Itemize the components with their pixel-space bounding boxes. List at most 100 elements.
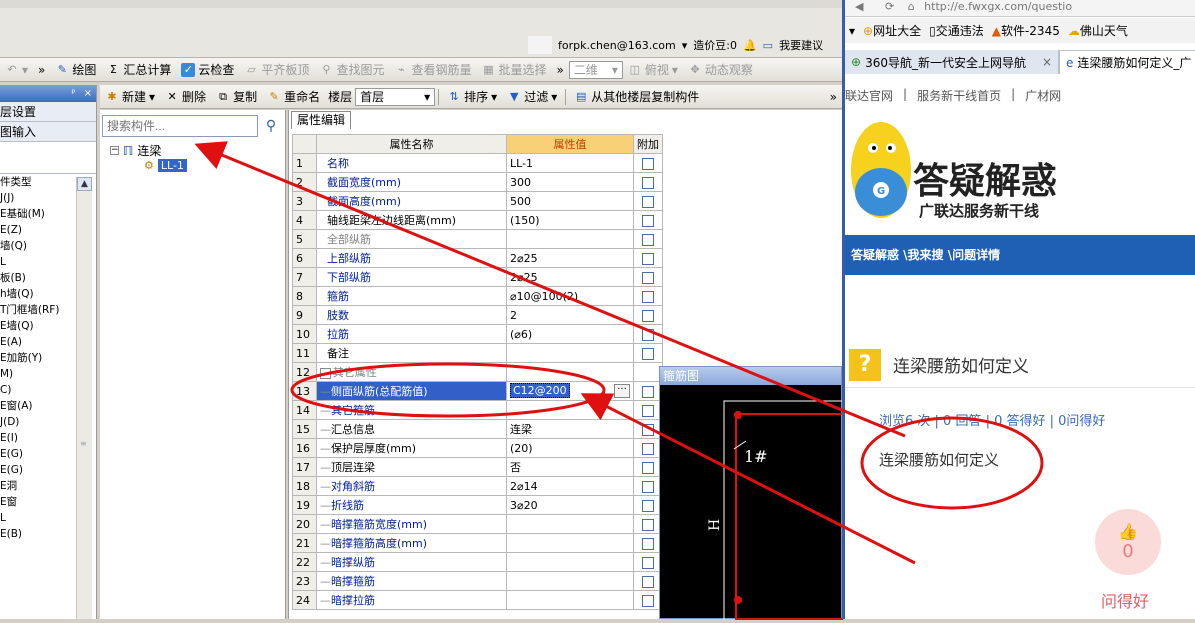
toolbar2-overflow[interactable]: » [825, 86, 842, 108]
fav-sites[interactable]: ⊕网址大全 [863, 22, 921, 39]
chevron-down-icon[interactable]: ▾ [682, 39, 688, 52]
collapse-icon[interactable]: − [320, 368, 331, 379]
account-email[interactable]: forpk.chen@163.com [558, 39, 676, 52]
search-icon[interactable]: ⚲ [260, 115, 282, 137]
property-row[interactable]: 9 肢数 2 [292, 305, 663, 325]
property-value[interactable]: 500 [506, 191, 634, 211]
new-button[interactable]: ✱ 新建 ▾ [100, 86, 160, 108]
property-extra[interactable] [633, 343, 663, 363]
property-value[interactable]: 3⌀20 [506, 495, 634, 515]
draw-button[interactable]: ✎ 绘图 [50, 59, 101, 81]
extra-checkbox[interactable] [642, 328, 654, 341]
property-extra[interactable] [633, 267, 663, 287]
view-mode-select[interactable]: 二维 ▾ [568, 60, 623, 79]
extra-checkbox[interactable] [642, 157, 654, 170]
property-value[interactable]: 300 [506, 172, 634, 192]
delete-button[interactable]: ✕ 删除 [160, 86, 211, 108]
property-row[interactable]: 22 —暗撑纵筋 [292, 552, 663, 572]
property-extra[interactable] [633, 324, 663, 344]
property-value[interactable]: 2⌀25 [506, 248, 634, 268]
extra-checkbox[interactable] [642, 480, 654, 493]
extra-checkbox[interactable] [642, 461, 654, 474]
extra-checkbox[interactable] [642, 195, 654, 208]
property-value[interactable] [506, 533, 634, 553]
extra-checkbox[interactable] [642, 537, 654, 550]
dynamic-view-button[interactable]: ✥ 动态观察 [683, 59, 758, 81]
extra-checkbox[interactable] [642, 442, 654, 455]
url-text[interactable]: http://e.fwxgx.com/questio [918, 0, 1072, 13]
fav-software[interactable]: ▲软件-2345 [992, 22, 1060, 39]
floor-select[interactable]: 首层 ▾ [355, 87, 436, 106]
property-value[interactable]: 2⌀14 [506, 476, 634, 496]
property-value[interactable]: 连梁 [506, 419, 634, 439]
extra-checkbox[interactable] [642, 594, 654, 607]
property-value[interactable]: 2 [506, 305, 634, 325]
tab-360-nav[interactable]: ⊕ 360导航_新一代安全上网导航 × [845, 50, 1060, 74]
fav-traffic[interactable]: ▯交通违法 [929, 22, 984, 39]
extra-checkbox[interactable] [642, 309, 654, 322]
property-row[interactable]: 20 —暗撑箍筋宽度(mm) [292, 514, 663, 534]
property-row[interactable]: 17 —顶层连梁否 [292, 457, 663, 477]
property-row[interactable]: 10 拉筋 (⌀6) [292, 324, 663, 344]
collapse-icon[interactable]: − [110, 146, 119, 155]
extra-checkbox[interactable] [642, 290, 654, 303]
property-row[interactable]: 21 —暗撑箍筋高度(mm) [292, 533, 663, 553]
view-rebar-button[interactable]: ⌁ 查看钢筋量 [389, 59, 476, 81]
property-extra[interactable] [633, 305, 663, 325]
tree-node-ll1[interactable]: ⚙ LL-1 [144, 159, 187, 172]
refresh-icon[interactable]: ⟳ [867, 0, 894, 13]
property-row[interactable]: 19 —折线筋 3⌀20 [292, 495, 663, 515]
extra-checkbox[interactable] [642, 575, 654, 588]
browser-address-bar[interactable]: ◀ ⟳ ⌂ http://e.fwxgx.com/questio [845, 0, 1195, 17]
close-icon[interactable]: × [84, 88, 92, 99]
breadcrumb[interactable]: 答疑解惑 \我来搜 \问题详情 [845, 235, 1195, 275]
extra-checkbox[interactable] [642, 404, 654, 417]
tab-question[interactable]: e 连梁腰筋如何定义_广 [1059, 50, 1195, 74]
property-value[interactable] [506, 552, 634, 572]
property-row[interactable]: 16 —保护层厚度(mm) (20) [292, 438, 663, 458]
extra-checkbox[interactable] [642, 176, 654, 189]
like-button[interactable]: 👍 0 [1095, 509, 1161, 575]
property-value[interactable] [506, 343, 634, 363]
property-row[interactable]: 12− 其它属性 [292, 362, 663, 382]
chevron-down-icon[interactable]: ▾ [849, 24, 855, 38]
property-extra[interactable] [633, 286, 663, 306]
property-value[interactable] [506, 514, 634, 534]
component-search-input[interactable] [102, 115, 258, 137]
batch-select-button[interactable]: ▦ 批量选择 [476, 59, 551, 81]
extra-checkbox[interactable] [642, 347, 654, 360]
back-icon[interactable]: ◀ [845, 0, 863, 13]
site-link-official[interactable]: 联达官网 [845, 87, 893, 109]
site-link-home[interactable]: 服务新干线首页 [917, 87, 1001, 109]
copy-from-floor-button[interactable]: ▤ 从其他楼层复制构件 [569, 86, 704, 108]
property-extra[interactable] [633, 229, 663, 249]
property-row[interactable]: 23 —暗撑箍筋 [292, 571, 663, 591]
property-value[interactable] [506, 571, 634, 591]
sum-calc-button[interactable]: Σ 汇总计算 [101, 59, 176, 81]
property-value-input[interactable]: C12@200 [510, 383, 570, 398]
extra-checkbox[interactable] [642, 556, 654, 569]
extra-checkbox[interactable] [642, 252, 654, 265]
property-value[interactable] [506, 229, 634, 249]
rename-button[interactable]: ✎ 重命名 [262, 86, 325, 108]
property-row[interactable]: 24 —暗撑拉筋 [292, 590, 663, 610]
bell-icon[interactable]: 🔔 [743, 39, 757, 52]
property-extra[interactable] [633, 191, 663, 211]
property-value[interactable]: ⌀10@100(2) [506, 286, 634, 306]
nav-floor-settings[interactable]: 层设置 [0, 102, 96, 122]
extra-checkbox[interactable] [642, 385, 654, 398]
like-label[interactable]: 问得好 [1101, 588, 1149, 612]
extra-checkbox[interactable] [642, 423, 654, 436]
top-view-button[interactable]: ◫ 俯视 ▾ [623, 59, 683, 81]
fav-weather[interactable]: ☁佛山天气 [1068, 22, 1128, 39]
extra-checkbox[interactable] [642, 233, 654, 246]
flush-slab-button[interactable]: ▱ 平齐板顶 [239, 59, 314, 81]
property-value[interactable] [506, 362, 634, 382]
tab-property-edit[interactable]: 属性编辑 [291, 111, 352, 129]
property-row[interactable]: 5 全部纵筋 [292, 229, 663, 249]
toolbar-overflow-left[interactable]: » [33, 59, 50, 81]
scroll-grip-icon[interactable]: ≡ [80, 439, 87, 448]
extra-checkbox[interactable] [642, 271, 654, 284]
property-row[interactable]: 15 —汇总信息 连梁 [292, 419, 663, 439]
find-element-button[interactable]: ⚲ 查找图元 [314, 59, 389, 81]
